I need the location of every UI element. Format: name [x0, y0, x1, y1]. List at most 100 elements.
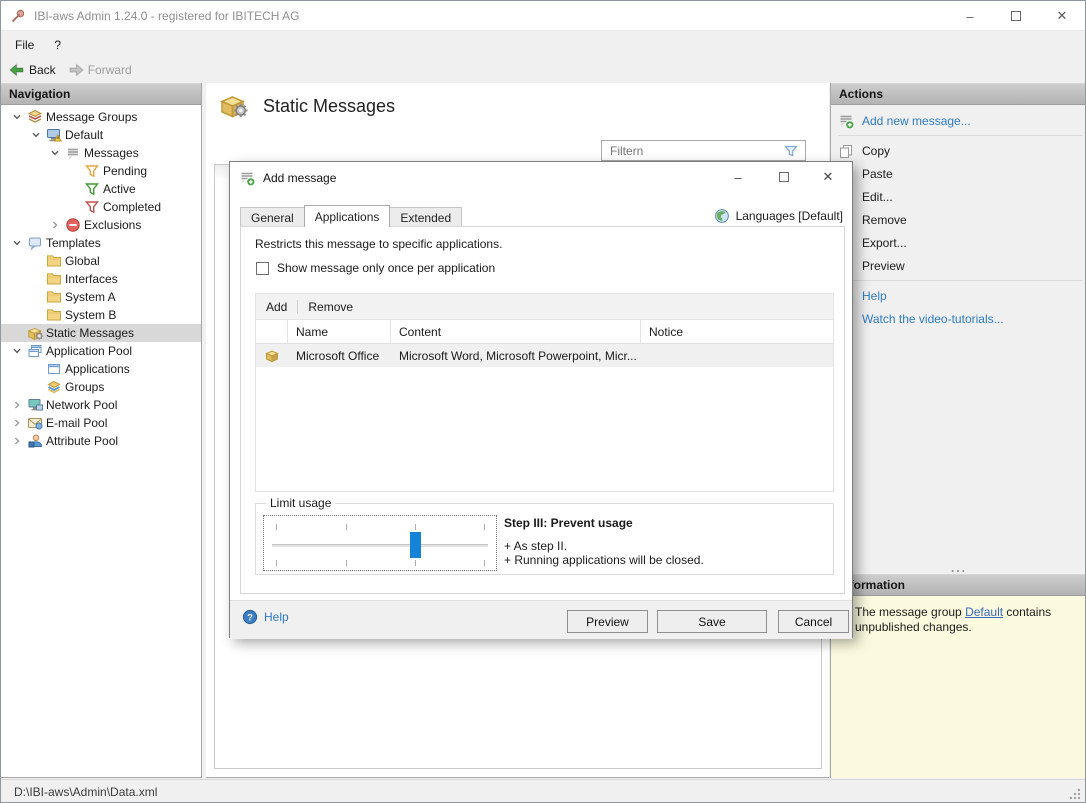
dialog-title: Add message — [263, 171, 337, 185]
nav-item-groups[interactable]: Groups — [1, 378, 201, 396]
nav-item-messages[interactable]: Messages — [1, 144, 201, 162]
nav-item-default[interactable]: Default — [1, 126, 201, 144]
languages-control[interactable]: Languages [Default] — [714, 208, 843, 224]
slider-thumb[interactable] — [410, 532, 421, 558]
nav-item-static-messages[interactable]: Static Messages — [1, 324, 201, 342]
dialog-help-link[interactable]: Help — [242, 609, 289, 625]
back-button[interactable]: Back — [3, 59, 62, 81]
preview-button[interactable]: Preview — [567, 610, 648, 633]
back-label: Back — [29, 63, 56, 77]
slider-tick — [346, 524, 347, 530]
action-watch-video-tutorials[interactable]: Watch the video-tutorials... — [831, 307, 1085, 330]
chevron-right-icon[interactable] — [7, 418, 26, 428]
step-line: + Running applications will be closed. — [504, 553, 704, 567]
filter-input[interactable] — [602, 142, 783, 159]
nav-item-active[interactable]: Active — [1, 180, 201, 198]
chevron-right-icon[interactable] — [7, 436, 26, 446]
action-help[interactable]: Help — [831, 284, 1085, 307]
nav-item-attribute-pool[interactable]: Attribute Pool — [1, 432, 201, 450]
add-button[interactable]: Add — [266, 300, 287, 314]
copy-icon — [838, 143, 854, 159]
limit-usage-label: Limit usage — [266, 496, 336, 510]
nav-item-system-a[interactable]: System A — [1, 288, 201, 306]
filter-funnel-icon[interactable] — [783, 143, 799, 159]
action-paste[interactable]: Paste — [831, 162, 1085, 185]
mail-icon — [26, 415, 44, 431]
page-title: Static Messages — [263, 95, 396, 116]
layers-icon — [26, 109, 44, 125]
chevron-right-icon[interactable] — [7, 400, 26, 410]
cancel-button[interactable]: Cancel — [778, 610, 849, 633]
column-header-content[interactable]: Content — [391, 320, 641, 343]
monitor-warning-icon — [45, 127, 63, 143]
step-description: Step III: Prevent usage + As step II. + … — [504, 516, 704, 567]
save-button[interactable]: Save — [657, 610, 767, 633]
action-remove[interactable]: Remove — [831, 208, 1085, 231]
folder-icon — [45, 289, 63, 305]
chevron-down-icon[interactable] — [26, 130, 45, 140]
nav-item-applications[interactable]: Applications — [1, 360, 201, 378]
nav-item-completed[interactable]: Completed — [1, 198, 201, 216]
window-icon — [45, 361, 63, 377]
slider-tick — [484, 560, 485, 566]
slider-tick — [276, 560, 277, 566]
nav-item-interfaces[interactable]: Interfaces — [1, 270, 201, 288]
column-header-icon[interactable] — [256, 320, 288, 343]
chevron-down-icon[interactable] — [7, 238, 26, 248]
dialog-close-button[interactable]: ✕ — [808, 164, 848, 190]
action-copy[interactable]: Copy — [831, 139, 1085, 162]
action-preview[interactable]: Preview — [831, 254, 1085, 277]
nav-item-network-pool[interactable]: Network Pool — [1, 396, 201, 414]
menu-file[interactable]: File — [5, 32, 44, 57]
nav-item-pending[interactable]: Pending — [1, 162, 201, 180]
default-group-link[interactable]: Default — [965, 605, 1003, 619]
nav-item-system-b[interactable]: System B — [1, 306, 201, 324]
slider-tick — [415, 560, 416, 566]
message-lines-icon — [64, 145, 82, 161]
maximize-button[interactable] — [993, 1, 1039, 31]
limit-usage-slider[interactable] — [263, 515, 497, 571]
actions-header: Actions — [831, 83, 1085, 105]
action-export[interactable]: Export... — [831, 231, 1085, 254]
info-text-before: The message group — [855, 605, 966, 619]
chevron-down-icon[interactable] — [7, 346, 26, 356]
tab-applications[interactable]: Applications — [303, 205, 391, 227]
nav-item-exclusions[interactable]: Exclusions — [1, 216, 201, 234]
close-button[interactable]: ✕ — [1039, 1, 1085, 31]
funnel-orange-icon — [83, 163, 101, 179]
tab-general[interactable]: General — [240, 207, 305, 227]
nav-item-templates[interactable]: Templates — [1, 234, 201, 252]
show-once-checkbox[interactable] — [256, 261, 269, 275]
chevron-down-icon[interactable] — [45, 148, 64, 158]
panel-splitter[interactable]: ... — [831, 561, 1085, 575]
action-add-new-message[interactable]: Add new message... — [831, 109, 1085, 132]
chevron-down-icon[interactable] — [7, 112, 26, 122]
remove-button[interactable]: Remove — [308, 300, 353, 314]
minimize-button[interactable]: – — [947, 1, 993, 31]
funnel-red-icon — [83, 199, 101, 215]
table-row[interactable]: Microsoft Office Microsoft Word, Microso… — [256, 344, 833, 367]
slider-track[interactable] — [272, 544, 488, 547]
dialog-title-bar: Add message — [230, 162, 852, 194]
column-header-notice[interactable]: Notice — [641, 320, 833, 343]
folder-icon — [45, 253, 63, 269]
nav-item-global[interactable]: Global — [1, 252, 201, 270]
nav-item-message-groups[interactable]: Message Groups — [1, 108, 201, 126]
forward-label: Forward — [87, 63, 132, 77]
menu-help[interactable]: ? — [44, 32, 71, 57]
forward-button[interactable]: Forward — [62, 59, 138, 81]
nav-item-label: Completed — [103, 200, 162, 214]
nav-item-application-pool[interactable]: Application Pool — [1, 342, 201, 360]
column-header-name[interactable]: Name — [288, 320, 391, 343]
dialog-minimize-button[interactable]: – — [718, 164, 758, 190]
table-header-row: Name Content Notice — [256, 320, 833, 344]
action-edit[interactable]: Edit... — [831, 185, 1085, 208]
separator — [838, 135, 1083, 136]
limit-usage-group: Limit usage Step III: Prevent usage + As… — [255, 496, 834, 575]
tab-extended[interactable]: Extended — [389, 207, 463, 227]
nav-item-email-pool[interactable]: E-mail Pool — [1, 414, 201, 432]
resize-grip-icon[interactable] — [1068, 787, 1082, 801]
minus-circle-icon — [64, 217, 82, 233]
dialog-maximize-button[interactable] — [764, 164, 804, 190]
chevron-right-icon[interactable] — [45, 220, 64, 230]
